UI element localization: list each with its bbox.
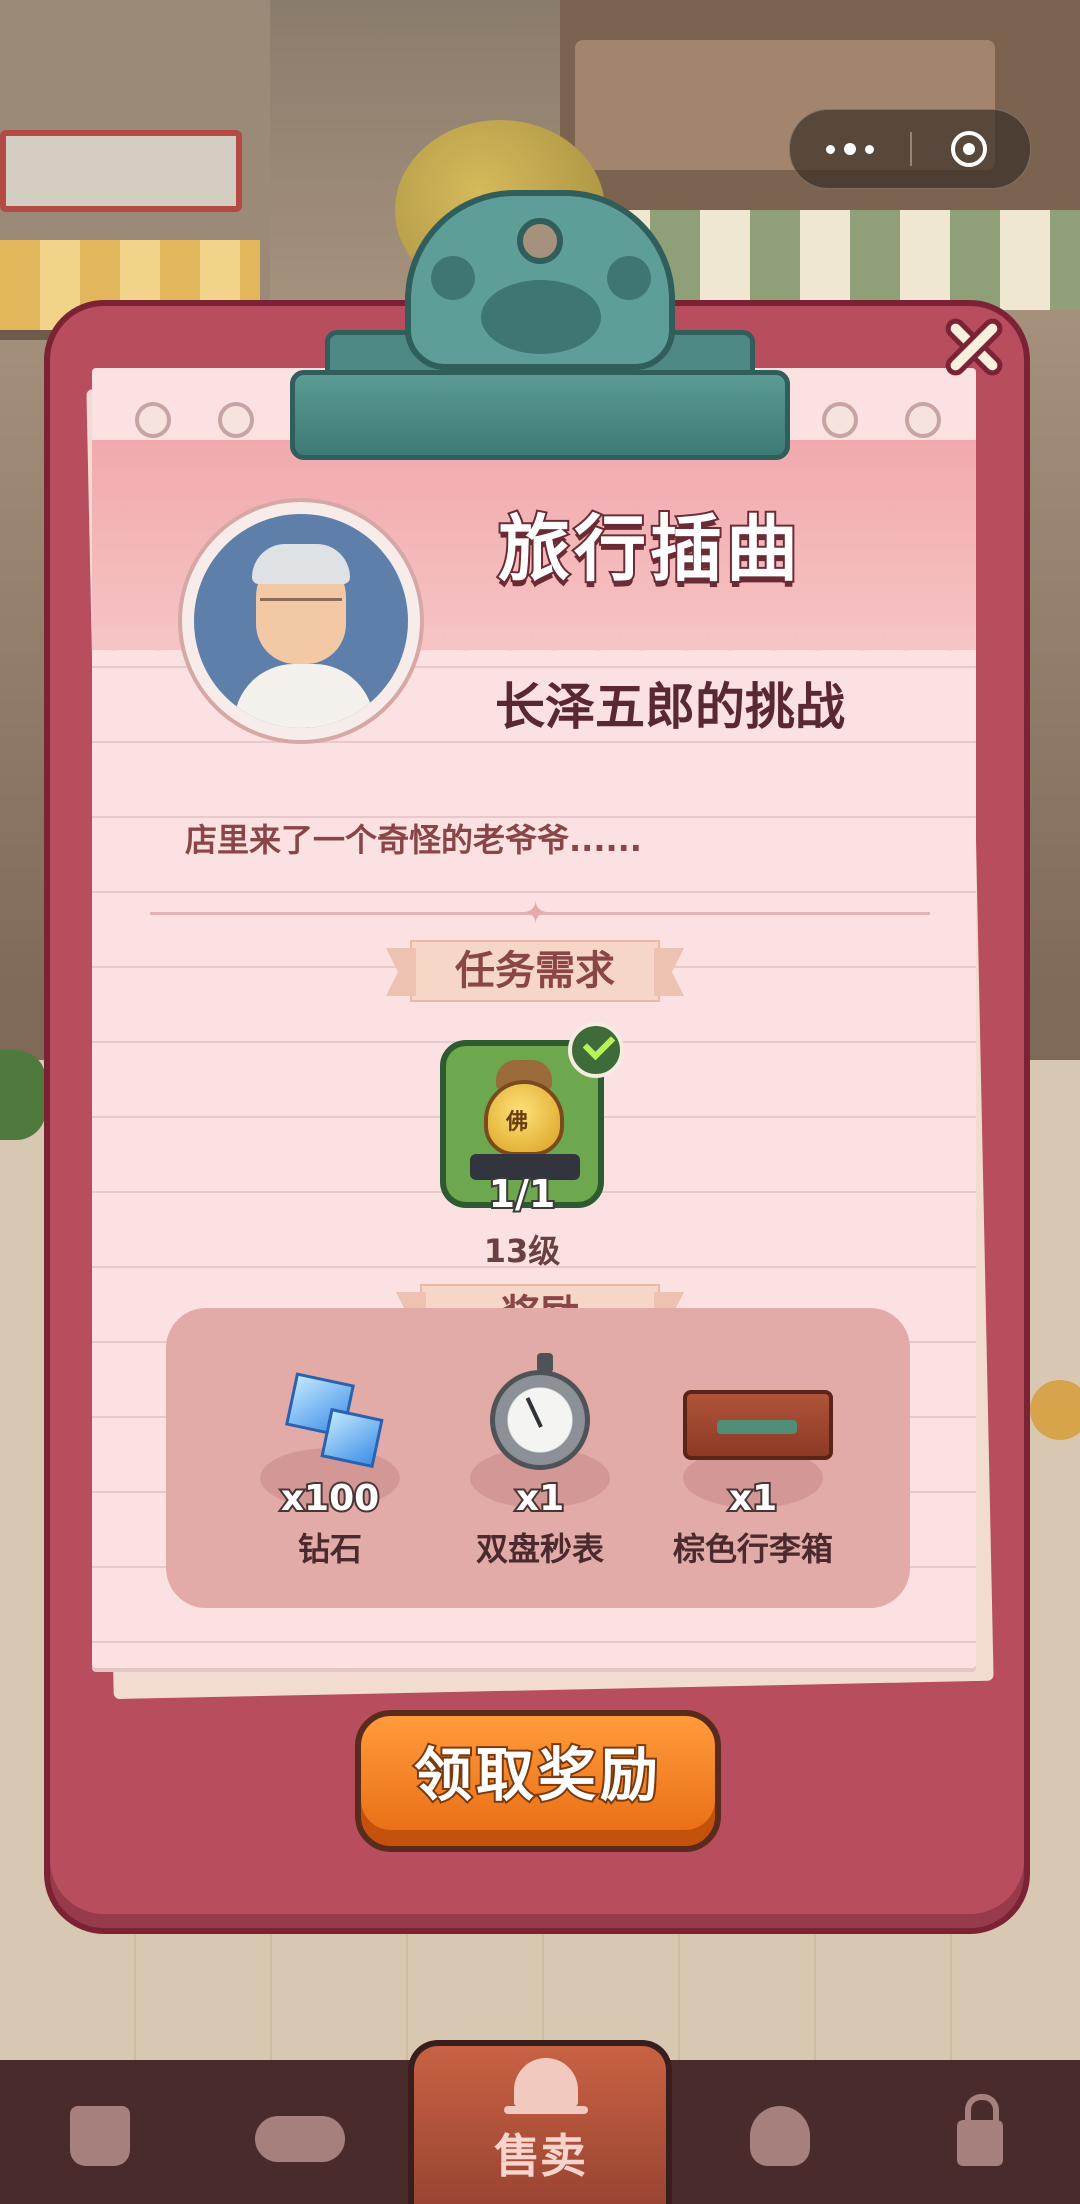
avatar-shirt — [234, 664, 374, 728]
nav-item-shop[interactable] — [0, 2066, 200, 2204]
stopwatch-icon — [490, 1353, 590, 1470]
reward-name: 双盘秒表 — [475, 1530, 604, 1568]
clip-ring — [517, 218, 563, 264]
reward-quantity: x1 — [514, 1476, 566, 1521]
reward-quantity: x100 — [279, 1476, 381, 1521]
old-man-avatar — [178, 498, 424, 744]
miniprogram-capsule — [789, 109, 1031, 189]
capsule-divider — [910, 132, 912, 166]
paper-hole — [218, 402, 254, 438]
reward-item-suitcase[interactable]: x1 棕色行李箱 — [648, 1368, 858, 1568]
paper-hole — [822, 402, 858, 438]
star-ornament-icon: ✦ — [523, 896, 549, 931]
paw-pad — [481, 280, 601, 354]
paper-hole — [905, 402, 941, 438]
claim-reward-button[interactable]: 领取奖励 — [355, 1710, 721, 1852]
paper-hole — [135, 402, 171, 438]
nav-item-map[interactable] — [680, 2066, 880, 2204]
reward-name: 钻石 — [297, 1530, 362, 1568]
clipboard-clip-bar — [290, 370, 790, 460]
paw-clip-icon — [405, 190, 675, 370]
task-progress: 1/1 — [487, 1170, 558, 1218]
pot-character: 佛 — [506, 1110, 529, 1135]
avatar-backdrop — [194, 514, 408, 728]
check-icon — [568, 1022, 624, 1078]
handshake-icon — [255, 2116, 345, 2162]
nav-sell-label: 售卖 — [494, 2129, 586, 2183]
lock-icon — [957, 2094, 1003, 2166]
background-shop-sign — [0, 130, 242, 212]
reward-quantity: x1 — [727, 1476, 779, 1521]
avatar-hair — [252, 544, 350, 584]
more-menu-icon[interactable] — [826, 140, 886, 158]
diamond-icon — [280, 1368, 384, 1469]
quest-description: 店里来了一个奇怪的老爷爷...... — [185, 821, 642, 859]
reward-item-stopwatch[interactable]: x1 双盘秒表 — [435, 1353, 645, 1568]
nav-item-trade[interactable] — [200, 2066, 400, 2204]
map-pin-icon — [750, 2106, 810, 2166]
quest-title: 旅行插曲 — [496, 505, 802, 593]
background-plant — [0, 1050, 46, 1140]
nav-item-locked[interactable] — [880, 2066, 1080, 2204]
reward-item-diamond[interactable]: x100 钻石 — [225, 1368, 435, 1568]
avatar-glasses — [260, 598, 342, 613]
task-level: 13级 — [483, 1232, 561, 1270]
shopping-bag-icon — [70, 2106, 130, 2166]
close-button[interactable] — [932, 305, 1016, 389]
paw-toe — [607, 256, 651, 300]
bell-icon — [504, 2058, 588, 2114]
exit-miniprogram-icon[interactable] — [951, 131, 987, 167]
task-requirement-ribbon: 任务需求 — [410, 940, 660, 1002]
paw-toe — [431, 256, 475, 300]
quest-subtitle: 长泽五郎的挑战 — [495, 678, 845, 736]
reward-name: 棕色行李箱 — [672, 1530, 833, 1568]
nav-item-sell[interactable]: 售卖 — [408, 2040, 672, 2204]
suitcase-icon — [683, 1390, 833, 1460]
